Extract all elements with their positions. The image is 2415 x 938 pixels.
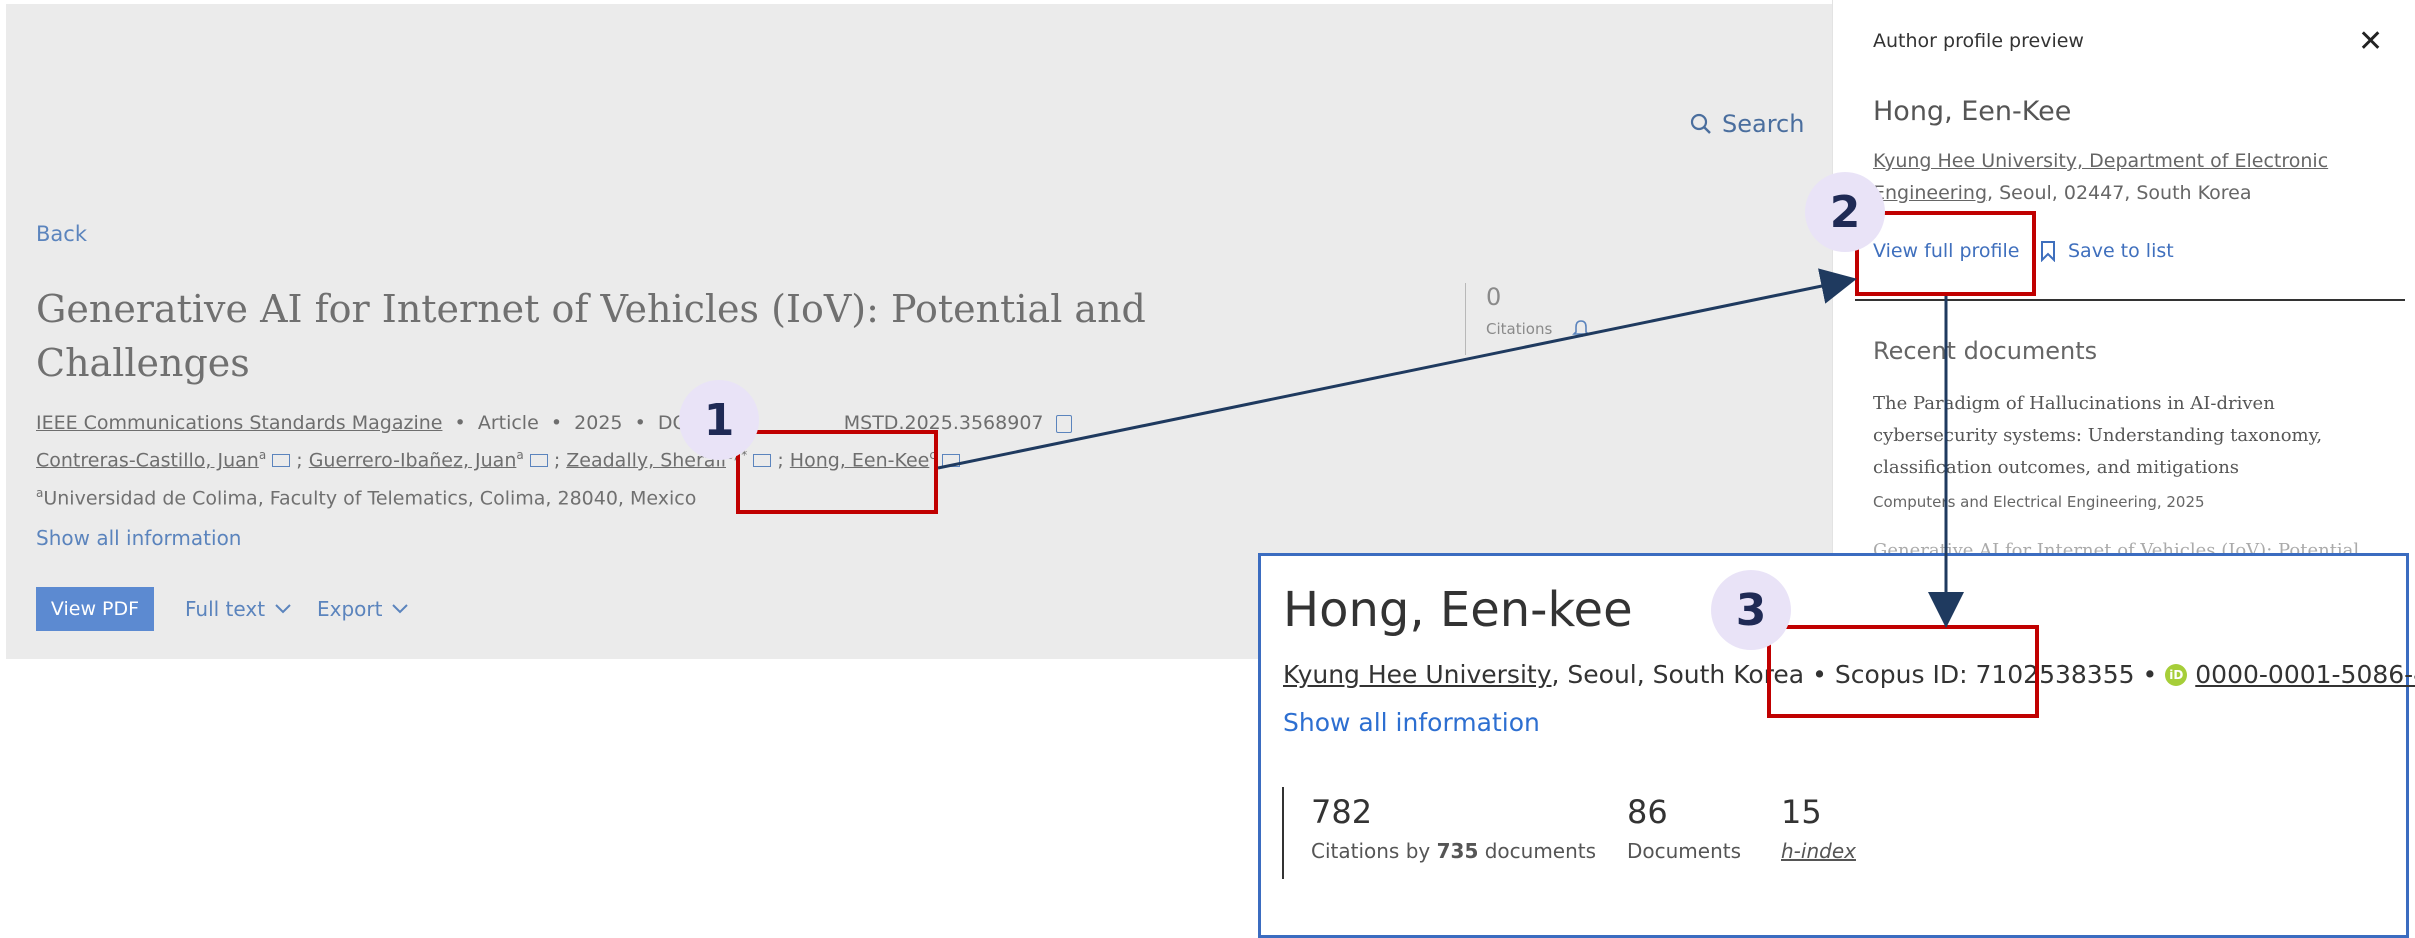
step-badge-2: 2	[1805, 172, 1885, 252]
annotation-arrows	[937, 268, 1964, 628]
step-badge-3: 3	[1711, 570, 1791, 650]
arrow-step1-to-step2	[937, 268, 1857, 470]
step-badge-1: 1	[679, 380, 759, 460]
